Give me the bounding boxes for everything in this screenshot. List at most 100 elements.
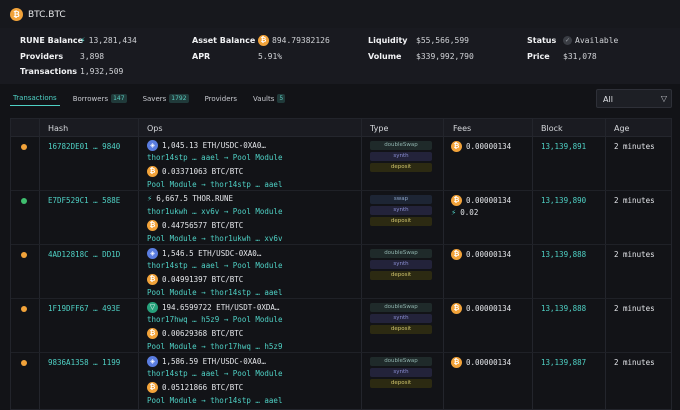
table-row[interactable]: E7DF529C1 … 588E ⚡ 6,667.5 THOR.RUNE tho… [11, 191, 671, 245]
bitcoin-icon: ₿ [451, 141, 462, 152]
rune-icon: ⚡ [451, 208, 457, 217]
tx-hash-link[interactable]: 16782DE01 … 9840 [48, 142, 120, 151]
tx-age: 2 minutes [614, 250, 655, 259]
bitcoin-icon: ₿ [451, 195, 462, 206]
status-dot [21, 306, 27, 312]
tab-providers[interactable]: Providers [202, 95, 240, 106]
table-row[interactable]: 9836A1358 … 1199 ◈ 1,586.59 ETH/USDC-0XA… [11, 353, 671, 409]
type-badge: swap [370, 195, 432, 204]
count-badge: 1792 [169, 94, 189, 103]
check-icon: ✓ [563, 36, 572, 45]
stat-liquidity: Liquidity $55,566,599 [368, 36, 469, 45]
stat-price: Price $31,078 [527, 52, 597, 61]
count-badge: 5 [277, 94, 286, 103]
bitcoin-icon: ₿ [451, 249, 462, 260]
count-badge: 147 [111, 94, 127, 103]
pool-title: ₿ BTC.BTC [10, 8, 66, 21]
col-fees: Fees [453, 124, 472, 133]
tether-icon: ▽ [147, 302, 158, 313]
rune-icon: ⚡ [147, 194, 153, 203]
type-badge: doubleSwap [370, 357, 432, 366]
type-badge: deposit [370, 271, 432, 280]
tx-age: 2 minutes [614, 196, 655, 205]
type-badge: synth [370, 260, 432, 269]
tab-bar: Transactions Borrowers 147 Savers 1792 P… [10, 94, 288, 106]
block-link[interactable]: 13,139,888 [541, 250, 586, 259]
table-header: Hash Ops Type Fees Block Age [11, 119, 671, 137]
stat-providers: Providers 3,898 [20, 52, 105, 61]
tx-hash-link[interactable]: 1F19DFF67 … 493E [48, 304, 120, 313]
type-badge: deposit [370, 325, 432, 334]
bitcoin-icon: ₿ [451, 303, 462, 314]
ethereum-icon: ◈ [147, 248, 158, 259]
col-age: Age [614, 124, 630, 133]
ethereum-icon: ◈ [147, 140, 158, 151]
status-dot [21, 144, 27, 150]
bitcoin-icon: ₿ [147, 166, 158, 177]
col-hash: Hash [48, 124, 69, 133]
status-dot [21, 198, 27, 204]
tab-borrowers[interactable]: Borrowers 147 [70, 94, 130, 106]
stat-transactions: Transactions 1,932,509 [20, 67, 124, 76]
tab-vaults[interactable]: Vaults 5 [250, 94, 288, 106]
op-route-link[interactable]: Pool Module → thor14stp … aael [147, 288, 282, 297]
type-badge: deposit [370, 163, 432, 172]
op-route-link[interactable]: thor14stp … aael → Pool Module [147, 153, 282, 162]
block-link[interactable]: 13,139,890 [541, 196, 586, 205]
col-type: Type [370, 124, 389, 133]
stat-apr: APR 5.91% [192, 52, 283, 61]
rune-icon: ⚡ [80, 36, 86, 45]
filter-value: All [603, 95, 613, 104]
op-route-link[interactable]: Pool Module → thor14stp … aael [147, 396, 282, 405]
status-dot [21, 252, 27, 258]
op-route-link[interactable]: thor14stp … aael → Pool Module [147, 369, 282, 378]
op-route-link[interactable]: thor14stp … aael → Pool Module [147, 261, 282, 270]
type-badge: doubleSwap [370, 141, 432, 150]
type-badge: synth [370, 314, 432, 323]
type-badge: doubleSwap [370, 303, 432, 312]
op-route-link[interactable]: Pool Module → thor14stp … aael [147, 180, 282, 189]
block-link[interactable]: 13,139,891 [541, 142, 586, 151]
ethereum-icon: ◈ [147, 356, 158, 367]
tx-age: 2 minutes [614, 304, 655, 313]
block-link[interactable]: 13,139,887 [541, 358, 586, 367]
bitcoin-icon: ₿ [10, 8, 23, 21]
tx-age: 2 minutes [614, 358, 655, 367]
col-block: Block [541, 124, 563, 133]
type-badge: doubleSwap [370, 249, 432, 258]
bitcoin-icon: ₿ [451, 357, 462, 368]
stat-asset-balance: Asset Balance ₿ 894.79382126 [192, 35, 330, 46]
op-route-link[interactable]: Pool Module → thor17hwq … h5z9 [147, 342, 282, 351]
op-route-link[interactable]: thor1ukwh … xv6v → Pool Module [147, 207, 282, 216]
block-link[interactable]: 13,139,888 [541, 304, 586, 313]
tx-age: 2 minutes [614, 142, 655, 151]
type-badge: synth [370, 206, 432, 215]
pool-stats: RUNE Balance ⚡ 13,281,434 Providers 3,89… [0, 28, 680, 84]
stat-rune-balance: RUNE Balance ⚡ 13,281,434 [20, 36, 137, 45]
op-route-link[interactable]: thor17hwq … h5z9 → Pool Module [147, 315, 282, 324]
filter-select[interactable]: All ▽ [596, 89, 672, 108]
tx-hash-link[interactable]: E7DF529C1 … 588E [48, 196, 120, 205]
stat-status: Status ✓ Available [527, 36, 619, 45]
tx-hash-link[interactable]: 4AD12818C … DD1D [48, 250, 120, 259]
table-row[interactable]: 1F19DFF67 … 493E ▽ 194.6599722 ETH/USDT-… [11, 299, 671, 353]
type-badge: synth [370, 368, 432, 377]
bitcoin-icon: ₿ [147, 328, 158, 339]
col-ops: Ops [147, 124, 163, 133]
tx-hash-link[interactable]: 9836A1358 … 1199 [48, 358, 120, 367]
tab-savers[interactable]: Savers 1792 [140, 94, 192, 106]
transactions-table: Hash Ops Type Fees Block Age 16782DE01 …… [10, 118, 672, 410]
table-row[interactable]: 4AD12818C … DD1D ◈ 1,546.5 ETH/USDC-0XA0… [11, 245, 671, 299]
stat-volume: Volume $339,992,790 [368, 52, 474, 61]
op-route-link[interactable]: Pool Module → thor1ukwh … xv6v [147, 234, 282, 243]
tab-transactions[interactable]: Transactions [10, 94, 60, 106]
top-bar: ₿ BTC.BTC [0, 0, 680, 28]
pool-name: BTC.BTC [28, 9, 66, 20]
table-row[interactable]: 16782DE01 … 9840 ◈ 1,045.13 ETH/USDC-0XA… [11, 137, 671, 191]
type-badge: deposit [370, 217, 432, 226]
type-badge: synth [370, 152, 432, 161]
bitcoin-icon: ₿ [258, 35, 269, 46]
bitcoin-icon: ₿ [147, 382, 158, 393]
bitcoin-icon: ₿ [147, 220, 158, 231]
type-badge: deposit [370, 379, 432, 388]
